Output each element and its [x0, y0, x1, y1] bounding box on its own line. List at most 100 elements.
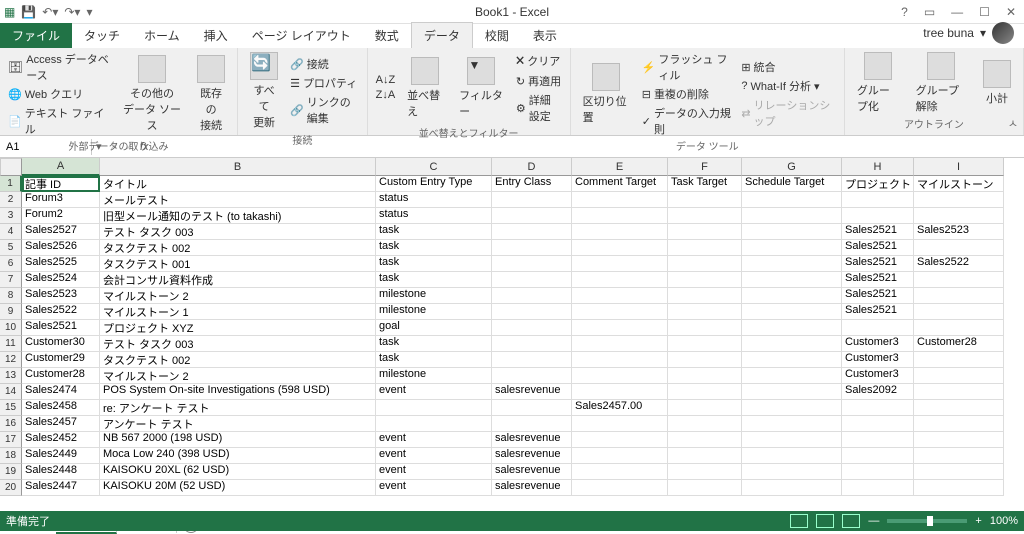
cell[interactable]	[914, 400, 1004, 416]
row-header[interactable]: 4	[0, 224, 22, 240]
normal-view-button[interactable]	[790, 514, 808, 528]
row-header[interactable]: 8	[0, 288, 22, 304]
cell[interactable]: Sales2525	[22, 256, 100, 272]
cell[interactable]: Comment Target	[572, 176, 668, 192]
row-header[interactable]: 15	[0, 400, 22, 416]
web-query-button[interactable]: 🌐Web クエリ	[6, 85, 113, 103]
cell[interactable]: プロジェクト XYZ	[100, 320, 376, 336]
cell[interactable]: メールテスト	[100, 192, 376, 208]
cell[interactable]: 旧型メール通知のテスト (to takashi)	[100, 208, 376, 224]
existing-conn-button[interactable]: 既存の 接続	[191, 50, 231, 138]
cell[interactable]	[842, 208, 914, 224]
cell[interactable]: Customer30	[22, 336, 100, 352]
row-header[interactable]: 14	[0, 384, 22, 400]
cell[interactable]: salesrevenue	[492, 464, 572, 480]
spreadsheet-grid[interactable]: 1234567891011121314151617181920ABCDEFGHI…	[0, 158, 1024, 514]
cell[interactable]: Customer29	[22, 352, 100, 368]
cell[interactable]	[914, 272, 1004, 288]
cell[interactable]	[492, 240, 572, 256]
cell[interactable]	[842, 192, 914, 208]
relationship-button[interactable]: ⇄リレーションシップ	[739, 96, 838, 130]
cell[interactable]: event	[376, 464, 492, 480]
cell[interactable]	[492, 272, 572, 288]
cell[interactable]: Customer28	[22, 368, 100, 384]
cell[interactable]: 会計コンサル資料作成	[100, 272, 376, 288]
consolidate-button[interactable]: ⊞統合	[739, 58, 838, 76]
cell[interactable]: Sales2521	[842, 304, 914, 320]
row-header[interactable]: 13	[0, 368, 22, 384]
cell[interactable]	[572, 320, 668, 336]
zoom-out-button[interactable]: —	[868, 515, 879, 527]
cell[interactable]	[572, 224, 668, 240]
cell[interactable]	[842, 400, 914, 416]
cell[interactable]	[742, 304, 842, 320]
cell[interactable]	[572, 208, 668, 224]
tab-review[interactable]: 校閲	[473, 23, 521, 48]
cell[interactable]	[742, 480, 842, 496]
cell[interactable]	[572, 368, 668, 384]
cell[interactable]	[668, 224, 742, 240]
collapse-ribbon-icon[interactable]: ㅅ	[1008, 115, 1018, 131]
cell[interactable]	[668, 432, 742, 448]
tab-pagelayout[interactable]: ページ レイアウト	[240, 23, 363, 48]
cell[interactable]: Sales2457.00	[572, 400, 668, 416]
cell[interactable]	[572, 480, 668, 496]
cell[interactable]	[742, 320, 842, 336]
cell[interactable]	[668, 240, 742, 256]
cell[interactable]	[668, 336, 742, 352]
cell[interactable]: Forum2	[22, 208, 100, 224]
col-header[interactable]: I	[914, 158, 1004, 176]
cell[interactable]	[668, 304, 742, 320]
cell[interactable]	[572, 256, 668, 272]
cell[interactable]: KAISOKU 20XL (62 USD)	[100, 464, 376, 480]
clear-filter-button[interactable]: 🗙クリア	[514, 50, 564, 71]
cell[interactable]: Sales2521	[842, 256, 914, 272]
col-header[interactable]: D	[492, 158, 572, 176]
cell[interactable]: KAISOKU 20M (52 USD)	[100, 480, 376, 496]
cell[interactable]: Customer28	[914, 336, 1004, 352]
page-break-view-button[interactable]	[842, 514, 860, 528]
zoom-in-button[interactable]: +	[975, 515, 981, 527]
cell[interactable]: status	[376, 208, 492, 224]
qat-more-icon[interactable]: ▾	[86, 5, 92, 19]
access-db-button[interactable]: Access データベース	[6, 50, 113, 84]
cell[interactable]: Sales2522	[22, 304, 100, 320]
tab-formula[interactable]: 数式	[363, 23, 411, 48]
row-header[interactable]: 20	[0, 480, 22, 496]
cell[interactable]: Sales2474	[22, 384, 100, 400]
refresh-all-button[interactable]: すべて 更新	[244, 50, 284, 132]
cell[interactable]	[492, 304, 572, 320]
cell[interactable]: Custom Entry Type	[376, 176, 492, 192]
row-header[interactable]: 1	[0, 176, 22, 192]
cell[interactable]: テスト タスク 003	[100, 224, 376, 240]
cell[interactable]	[842, 448, 914, 464]
cell[interactable]: Sales2521	[22, 320, 100, 336]
page-layout-view-button[interactable]	[816, 514, 834, 528]
row-header[interactable]: 12	[0, 352, 22, 368]
cell[interactable]	[572, 336, 668, 352]
row-header[interactable]: 7	[0, 272, 22, 288]
advanced-button[interactable]: ⚙詳細設定	[514, 91, 564, 125]
tab-view[interactable]: 表示	[521, 23, 569, 48]
cell[interactable]	[376, 400, 492, 416]
cell[interactable]	[492, 208, 572, 224]
cell[interactable]	[914, 208, 1004, 224]
save-icon[interactable]: 💾	[21, 5, 36, 19]
ungroup-button[interactable]: グループ解除	[910, 50, 973, 116]
cell[interactable]: task	[376, 352, 492, 368]
cell[interactable]	[668, 320, 742, 336]
cell[interactable]: task	[376, 240, 492, 256]
row-header[interactable]: 3	[0, 208, 22, 224]
cell[interactable]	[742, 352, 842, 368]
cell[interactable]	[668, 480, 742, 496]
cell[interactable]	[914, 416, 1004, 432]
cell[interactable]	[914, 352, 1004, 368]
tab-file[interactable]: ファイル	[0, 23, 72, 48]
validation-button[interactable]: ✓データの入力規則	[640, 104, 736, 138]
cell[interactable]: テスト タスク 003	[100, 336, 376, 352]
maximize-icon[interactable]: ☐	[975, 5, 994, 19]
cell[interactable]: Sales2449	[22, 448, 100, 464]
cell[interactable]	[668, 448, 742, 464]
user-menu[interactable]: tree buna▾	[913, 18, 1024, 48]
cell[interactable]	[742, 464, 842, 480]
